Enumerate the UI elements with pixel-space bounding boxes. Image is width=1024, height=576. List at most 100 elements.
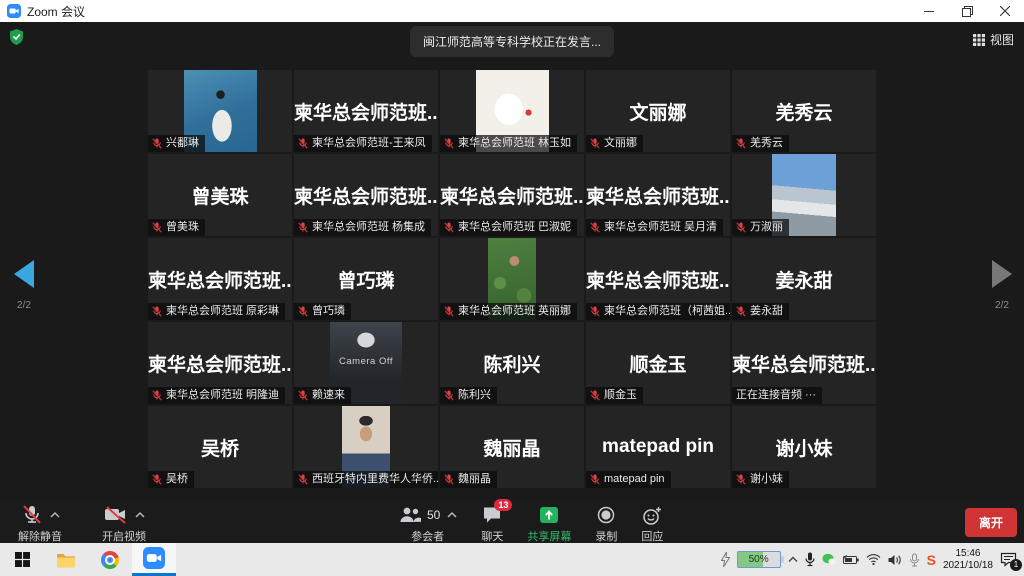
security-shield-icon[interactable] (9, 29, 24, 45)
view-button-label: 视图 (990, 31, 1014, 48)
muted-mic-icon (444, 306, 454, 317)
participant-tile[interactable]: matepad pinmatepad pin (586, 406, 730, 488)
close-button[interactable] (986, 0, 1024, 22)
participant-display-name: 吴桥 (201, 434, 239, 461)
muted-mic-icon (736, 138, 746, 149)
start-video-button[interactable]: 开启视频 (102, 505, 146, 544)
participant-tile[interactable]: 谢小妹谢小妹 (732, 406, 876, 488)
muted-mic-icon (444, 390, 454, 401)
previous-page-nav: 2/2 (4, 260, 44, 311)
participant-tile[interactable]: 西班牙特内里费华人华侨... (294, 406, 438, 488)
participant-tile[interactable]: 柬华总会师范班...柬华总会师范班 巴淑妮 (440, 154, 584, 236)
participant-name-label: 柬华总会师范班（柯茜姐... (586, 303, 730, 320)
chat-button[interactable]: 13 聊天 (481, 505, 503, 544)
participant-tile[interactable]: 万淑丽 (732, 154, 876, 236)
unmute-button[interactable]: 解除静音 (18, 505, 62, 544)
active-speaker-banner: 闽江师范高等专科学校正在发言... (410, 26, 614, 57)
participant-display-name: 魏丽晶 (483, 434, 540, 461)
tray-wechat-icon[interactable] (822, 553, 836, 566)
participant-tile[interactable]: 柬华总会师范班...正在连接音频 ··· (732, 322, 876, 404)
record-icon (597, 506, 615, 524)
participant-label-text: 兴鄱琳 (166, 137, 199, 150)
participant-label-text: 柬华总会师范班-王来凤 (312, 137, 426, 150)
action-center-button[interactable]: 1 (1000, 552, 1018, 568)
participants-button[interactable]: 50 参会者 (398, 505, 457, 544)
participant-tile[interactable]: 吴桥吴桥 (148, 406, 292, 488)
windows-taskbar: 50% S (0, 543, 1024, 576)
participant-name-label: 柬华总会师范班 杨集成 (294, 219, 431, 236)
page-indicator-left: 2/2 (4, 300, 44, 311)
share-screen-label: 共享屏幕 (527, 528, 571, 544)
participant-tile[interactable]: 文丽娜文丽娜 (586, 70, 730, 152)
zoom-app-icon (7, 4, 21, 18)
participant-tile[interactable]: 柬华总会师范班... 柬华总会师范班（柯茜姐... (586, 238, 730, 320)
participant-display-name: 曾巧璘 (337, 266, 394, 293)
participants-caret-icon[interactable] (447, 512, 457, 518)
participant-tile[interactable]: 顺金玉顺金玉 (586, 322, 730, 404)
participant-tile[interactable]: 魏丽晶魏丽晶 (440, 406, 584, 488)
participant-label-text: 柬华总会师范班 吴月清 (604, 221, 717, 234)
share-screen-button[interactable]: 共享屏幕 (527, 505, 571, 544)
participant-tile[interactable]: 柬华总会师范班... 柬华总会师范班 杨集成 (294, 154, 438, 236)
unmute-options-caret-icon[interactable] (50, 512, 60, 518)
participant-name-label: 赖速来 (294, 387, 351, 404)
leave-meeting-button[interactable]: 离开 (965, 508, 1017, 537)
tray-volume-icon[interactable] (888, 554, 902, 566)
tray-battery-icon[interactable] (843, 555, 859, 565)
file-explorer-button[interactable] (44, 543, 88, 576)
participant-tile[interactable]: 柬华总会师范班...柬华总会师范班 原彩琳 (148, 238, 292, 320)
participant-label-text: 陈利兴 (458, 389, 491, 402)
title-bar: Zoom 会议 (0, 0, 1024, 22)
participant-tile[interactable]: 柬华总会师范班 林玉如 (440, 70, 584, 152)
tray-expand-chevron-icon[interactable] (788, 556, 798, 563)
participant-tile[interactable]: 兴鄱琳 (148, 70, 292, 152)
notification-count-badge: 1 (1010, 559, 1022, 571)
battery-percent-widget[interactable]: 50% (737, 551, 781, 568)
participant-tile[interactable]: 柬华总会师范班...柬华总会师范班 吴月清 (586, 154, 730, 236)
participant-tile[interactable]: 柬华总会师范班...柬华总会师范班-王来凤 (294, 70, 438, 152)
participant-tile[interactable]: 姜永甜姜永甜 (732, 238, 876, 320)
video-options-caret-icon[interactable] (135, 512, 145, 518)
tray-mic-icon[interactable] (805, 552, 815, 567)
participant-display-name: 陈利兴 (483, 350, 540, 377)
participants-label: 参会者 (411, 528, 444, 544)
participant-tile[interactable]: 曾美珠曾美珠 (148, 154, 292, 236)
participant-tile[interactable]: Camera Off赖速来 (294, 322, 438, 404)
participant-tile[interactable]: 陈利兴陈利兴 (440, 322, 584, 404)
view-button[interactable]: 视图 (973, 31, 1014, 48)
tray-wifi-icon[interactable] (866, 554, 881, 565)
participant-tile[interactable]: 柬华总会师范班...柬华总会师范班 明隆迪 (148, 322, 292, 404)
start-button[interactable] (0, 543, 44, 576)
participant-display-name: 柬华总会师范班... (294, 182, 438, 209)
next-page-arrow-icon[interactable] (992, 260, 1012, 288)
participant-name-label: 柬华总会师范班 英丽娜 (440, 303, 577, 320)
sogou-input-icon[interactable]: S (927, 552, 936, 568)
participant-grid: 兴鄱琳柬华总会师范班...柬华总会师范班-王来凤柬华总会师范班 林玉如文丽娜文丽… (148, 70, 876, 488)
participant-display-name: 姜永甜 (775, 266, 832, 293)
participant-name-label: 羌秀云 (732, 135, 789, 152)
participant-display-name: 柬华总会师范班... (586, 266, 730, 293)
participant-tile[interactable]: 羌秀云羌秀云 (732, 70, 876, 152)
participant-label-text: matepad pin (604, 473, 665, 486)
participant-label-text: 赖速来 (312, 389, 345, 402)
participant-name-label: 万淑丽 (732, 219, 789, 236)
participants-count: 50 (427, 508, 440, 522)
minimize-button[interactable] (910, 0, 948, 22)
zoom-taskbar-button[interactable] (132, 543, 176, 576)
muted-mic-icon (298, 390, 308, 401)
participant-label-text: 柬华总会师范班 巴淑妮 (458, 221, 571, 234)
participant-tile[interactable]: 柬华总会师范班 英丽娜 (440, 238, 584, 320)
tray-date: 2021/10/18 (943, 560, 993, 572)
participant-tile[interactable]: 曾巧璘曾巧璘 (294, 238, 438, 320)
previous-page-arrow-icon[interactable] (14, 260, 34, 288)
tray-clock[interactable]: 15:46 2021/10/18 (943, 548, 993, 572)
tray-device-icon[interactable] (909, 553, 920, 567)
reactions-button[interactable]: 回应 (641, 505, 663, 544)
record-button[interactable]: 录制 (595, 505, 617, 544)
restore-button[interactable] (948, 0, 986, 22)
chrome-button[interactable] (88, 543, 132, 576)
participant-display-name: 谢小妹 (775, 434, 832, 461)
participant-label-text: 曾巧璘 (312, 305, 345, 318)
participant-label-text: 文丽娜 (604, 137, 637, 150)
participant-name-label: 陈利兴 (440, 387, 497, 404)
